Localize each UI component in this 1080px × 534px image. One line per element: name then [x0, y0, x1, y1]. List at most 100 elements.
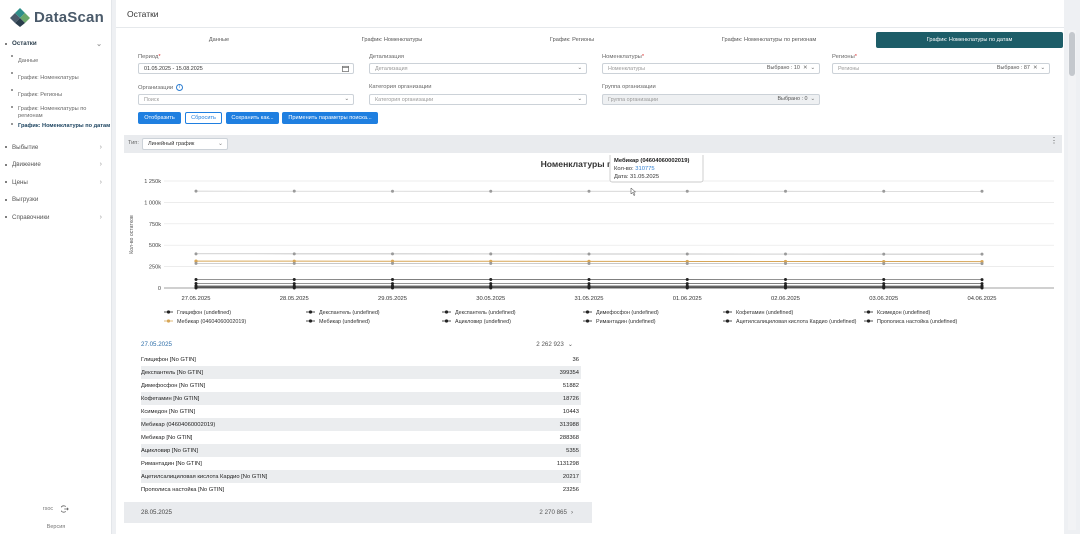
- calendar-icon[interactable]: [342, 65, 349, 72]
- bullet-icon: [11, 123, 13, 125]
- scrollbar[interactable]: [1068, 30, 1076, 530]
- version-link[interactable]: Версия: [0, 524, 112, 530]
- sidebar-item-ostatki[interactable]: Остатки ⌄: [0, 35, 112, 53]
- clear-icon[interactable]: ✕: [803, 65, 808, 71]
- more-options-icon[interactable]: ⋮: [1050, 137, 1058, 145]
- save-as-button[interactable]: Сохранить как...: [226, 112, 279, 124]
- data-point: [685, 262, 689, 266]
- line-chart: Номенклатуры по датамКол-во остатков0250…: [129, 155, 1054, 325]
- group-date: 27.05.2025: [141, 340, 172, 348]
- table-row: Декспантель [No GTIN] 399354: [141, 366, 581, 379]
- y-tick-label: 750k: [149, 222, 161, 228]
- sidebar-item-vygruzki[interactable]: Выгрузки: [0, 191, 112, 209]
- tab-chart-nomenclature-regions[interactable]: График: Номенклатуры по регионам: [662, 32, 876, 48]
- row-name: Ксимедон [No GTIN]: [141, 408, 196, 415]
- row-name: Римантадин [No GTIN]: [141, 460, 202, 467]
- sidebar-item-dvizhenie[interactable]: Движение ›: [0, 156, 112, 174]
- clear-icon[interactable]: ✕: [1033, 65, 1038, 71]
- data-point: [194, 277, 198, 281]
- sidebar: DataScan Остатки ⌄ Данные График: Номенк…: [0, 0, 112, 534]
- nomenclature-placeholder: Номенклатуры: [608, 65, 646, 72]
- data-point: [882, 278, 886, 282]
- regions-select[interactable]: Регионы Выбрано : 87 ✕ ⌄: [832, 63, 1050, 74]
- group-total: 2 270 865 ›: [539, 509, 573, 516]
- show-button[interactable]: Отобразить: [138, 112, 181, 124]
- x-tick-label: 31.05.2025: [574, 296, 603, 302]
- period-label: Период*: [138, 54, 161, 60]
- detail-select[interactable]: Детализация ⌄: [369, 63, 587, 74]
- legend-label: Декспантель (undefined): [319, 310, 380, 316]
- row-value: 1131298: [556, 460, 579, 467]
- sidebar-subitem-chart-nomenclature-regions[interactable]: График: Номенклатуры по регионам: [0, 104, 112, 121]
- group-header-1[interactable]: 27.05.2025 2 262 923 ⌄: [124, 336, 592, 352]
- sidebar-subitem-chart-nomenclature[interactable]: График: Номенклатуры: [0, 70, 112, 87]
- chevron-down-icon: ⌄: [217, 141, 223, 147]
- chevron-down-icon: ⌄: [567, 340, 573, 348]
- scrollbar-thumb[interactable]: [1069, 32, 1075, 76]
- chart-type-select[interactable]: Линейный график ⌄: [142, 138, 228, 150]
- sidebar-subitem-chart-nomenclature-dates[interactable]: График: Номенклатуры по датам: [0, 121, 112, 139]
- nomenclature-label: Номенклатуры*: [602, 54, 645, 60]
- row-value: 23256: [562, 486, 579, 493]
- logo[interactable]: DataScan: [10, 7, 104, 27]
- row-value: 18726: [562, 395, 579, 402]
- data-point: [587, 189, 591, 193]
- data-point: [980, 252, 984, 256]
- bullet-icon: [5, 146, 7, 148]
- legend-marker: [308, 319, 313, 323]
- apply-search-button[interactable]: Применить параметры поиска...: [282, 112, 378, 124]
- chevron-right-icon: ›: [99, 161, 102, 168]
- logout-icon[interactable]: [61, 505, 69, 513]
- legend-marker: [444, 319, 449, 323]
- info-icon[interactable]: i: [176, 84, 184, 91]
- tab-chart-nomenclature-dates[interactable]: График: Номенклатуры по датам: [876, 32, 1063, 48]
- tab-chart-nomenclature[interactable]: График: Номенклатуры: [302, 32, 482, 48]
- group-header-2[interactable]: 28.05.2025 2 270 865 ›: [124, 502, 592, 523]
- row-value: 10443: [562, 408, 579, 415]
- legend-label: Ксимедон (undefined): [877, 310, 931, 316]
- row-name: Мебикар [No GTIN]: [141, 434, 193, 441]
- chart-toolbar: Тип: Линейный график ⌄ ⋮: [124, 135, 1062, 153]
- tooltip-title: Мебикар (04604060002019): [614, 157, 689, 164]
- sidebar-item-tseny[interactable]: Цены ›: [0, 174, 112, 192]
- brand-name: DataScan: [34, 8, 104, 26]
- organization-search[interactable]: Поиск ⌄: [138, 94, 354, 105]
- data-point: [980, 278, 984, 282]
- org-category-select[interactable]: Категория организации ⌄: [369, 94, 587, 105]
- data-point: [980, 189, 984, 193]
- data-point: [587, 261, 591, 265]
- sidebar-subitem-data[interactable]: Данные: [0, 53, 112, 70]
- reset-button[interactable]: Сбросить: [185, 112, 222, 124]
- nomenclature-selected: Выбрано : 10 ✕ ⌄: [766, 65, 815, 71]
- data-point: [784, 262, 787, 266]
- period-value: 01.05.2025 - 15.08.2025: [144, 65, 203, 72]
- bullet-icon: [5, 42, 7, 45]
- tab-chart-regions[interactable]: График: Регионы: [482, 32, 662, 48]
- sidebar-item-spravochniki[interactable]: Справочники ›: [0, 209, 112, 227]
- org-group-select[interactable]: Группа организации Выбрано : 0 ⌄: [602, 94, 820, 105]
- logo-icon: [10, 7, 30, 27]
- data-point: [882, 252, 886, 256]
- chart-card: Тип: Линейный график ⌄ ⋮ Номенклатуры по…: [124, 135, 1062, 345]
- table-row: Ацикловир [No GTIN] 5355: [141, 444, 581, 457]
- row-name: Ацикловир [No GTIN]: [141, 447, 198, 454]
- data-point: [980, 262, 984, 266]
- sidebar-item-vybytie[interactable]: Выбытие ›: [0, 139, 112, 157]
- bullet-icon: [5, 216, 7, 218]
- data-point: [391, 277, 394, 281]
- nomenclature-select[interactable]: Номенклатуры Выбрано : 10 ✕ ⌄: [602, 63, 820, 74]
- legend-marker: [308, 310, 313, 314]
- table-row: Прополиса настойка [No GTIN] 23256: [141, 483, 581, 496]
- row-name: Прополиса настойка [No GTIN]: [141, 486, 225, 493]
- tab-data[interactable]: Данные: [136, 32, 302, 48]
- sidebar-subitem-chart-regions[interactable]: График: Регионы: [0, 87, 112, 104]
- tab-bar: Данные График: Номенклатуры График: Реги…: [136, 32, 1064, 48]
- period-field[interactable]: 01.05.2025 - 15.08.2025: [138, 63, 354, 74]
- row-name: Декспантель [No GTIN]: [141, 369, 203, 376]
- chevron-down-icon: ⌄: [810, 65, 815, 71]
- table-rows: Глицифон [No GTIN] 36 Декспантель [No GTIN…: [141, 353, 581, 496]
- detail-label: Детализация: [369, 54, 404, 60]
- chevron-down-icon: ⌄: [96, 41, 102, 48]
- org-category-placeholder: Категория организации: [375, 96, 434, 103]
- bullet-icon: [5, 198, 7, 201]
